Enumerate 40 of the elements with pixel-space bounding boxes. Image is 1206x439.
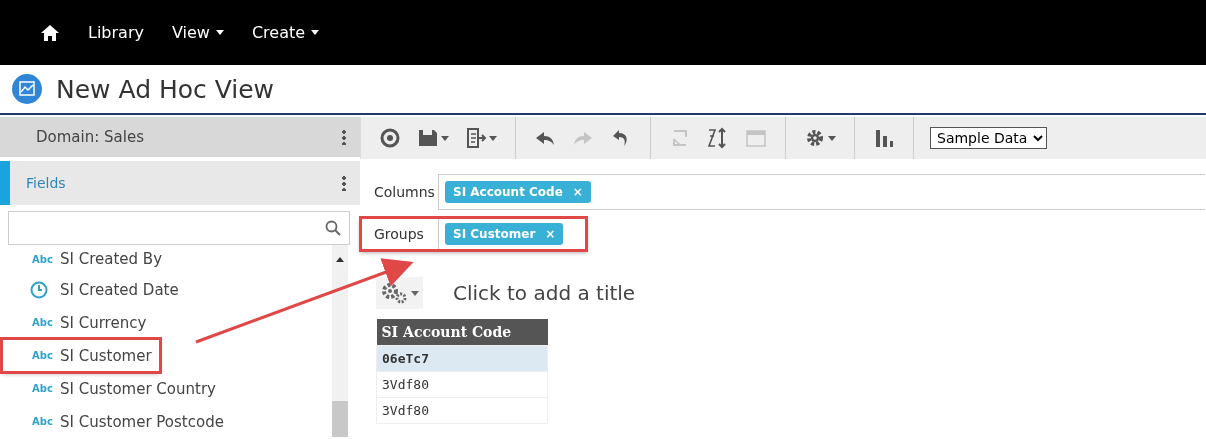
type-label: Abc bbox=[32, 416, 52, 427]
more-icon[interactable] bbox=[342, 129, 346, 145]
nav-menu[interactable]: Create bbox=[251, 23, 320, 42]
field-item[interactable]: Abc SI Customer bbox=[2, 339, 160, 372]
field-item[interactable]: Abc SI Customer Postcode bbox=[2, 405, 232, 437]
field-item[interactable]: Abc SI Currency bbox=[2, 306, 155, 339]
domain-header[interactable]: Domain: Sales bbox=[0, 117, 360, 157]
shelf-label: Columns bbox=[373, 184, 436, 200]
more-icon[interactable] bbox=[342, 175, 346, 191]
search-field[interactable] bbox=[8, 211, 350, 245]
report-title[interactable]: Click to add a title bbox=[453, 281, 636, 305]
export-icon[interactable] bbox=[465, 127, 497, 149]
field-item[interactable]: Abc SI Created By bbox=[2, 245, 170, 273]
nav-menu[interactable]: View bbox=[171, 23, 224, 42]
bar-chart-icon[interactable] bbox=[873, 127, 895, 149]
column-header: SI Account Code bbox=[376, 319, 548, 346]
chart-icon bbox=[12, 74, 42, 104]
scrollbar-thumb[interactable] bbox=[332, 401, 348, 437]
scroll-up-icon[interactable] bbox=[336, 257, 344, 262]
domain-label: Domain: Sales bbox=[35, 128, 144, 146]
home-icon[interactable] bbox=[40, 23, 60, 42]
table-cell: 3Vdf80 bbox=[376, 397, 548, 424]
page-title: New Ad Hoc View bbox=[56, 74, 275, 104]
table-cell: 06eTc7 bbox=[376, 345, 548, 372]
sort-icon[interactable] bbox=[707, 127, 729, 149]
type-label: Abc bbox=[32, 253, 52, 265]
type-label: Abc bbox=[32, 383, 52, 394]
type-label: Abc bbox=[32, 350, 52, 361]
table-cell: 3Vdf80 bbox=[376, 371, 548, 398]
nav-menu[interactable]: Library bbox=[88, 23, 144, 42]
shelf-label: Groups bbox=[373, 226, 425, 242]
settings-icon[interactable] bbox=[376, 277, 423, 309]
section-label: Fields bbox=[25, 175, 66, 191]
type-label: Abc bbox=[32, 317, 52, 328]
settings-icon[interactable] bbox=[804, 127, 836, 149]
data-select[interactable]: Sample Data bbox=[930, 127, 1047, 149]
search-icon[interactable] bbox=[325, 220, 341, 236]
field-item[interactable]: SI Created Date bbox=[2, 273, 187, 306]
floppy-disk-icon[interactable] bbox=[417, 127, 449, 149]
field-item[interactable]: Abc SI Customer Country bbox=[2, 372, 224, 405]
